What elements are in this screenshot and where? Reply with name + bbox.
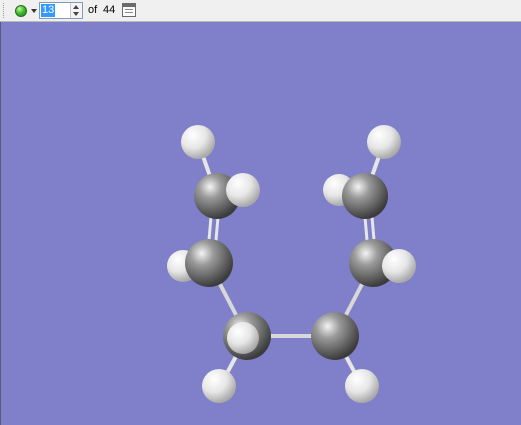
calendar-grid-icon[interactable] bbox=[122, 3, 136, 17]
hydrogen-atom bbox=[382, 249, 416, 283]
hydrogen-atom bbox=[345, 369, 379, 403]
animation-toolbar: 13 of 44 bbox=[0, 0, 521, 22]
total-frames: 44 bbox=[103, 4, 116, 16]
frame-number-stepper[interactable]: 13 bbox=[39, 2, 83, 19]
hydrogen-atom bbox=[202, 369, 236, 403]
toolbar-grip[interactable] bbox=[3, 3, 6, 18]
of-label: of bbox=[88, 4, 98, 16]
molecule-canvas[interactable] bbox=[1, 22, 521, 425]
molecule-viewport[interactable] bbox=[0, 22, 521, 425]
hydrogen-atom bbox=[226, 173, 260, 207]
hydrogen-atom bbox=[181, 125, 215, 159]
chevron-down-icon[interactable] bbox=[31, 9, 37, 13]
frame-number-input[interactable]: 13 bbox=[41, 4, 56, 17]
carbon-atom bbox=[185, 239, 233, 287]
stepper-up-icon[interactable] bbox=[73, 5, 79, 9]
stepper-arrows[interactable] bbox=[70, 3, 82, 18]
carbon-atom bbox=[342, 173, 388, 219]
green-ball-icon[interactable] bbox=[15, 5, 27, 17]
hydrogen-atom bbox=[367, 125, 401, 159]
hydrogen-atom bbox=[227, 322, 259, 354]
carbon-atom bbox=[311, 312, 359, 360]
atoms bbox=[167, 125, 416, 403]
stepper-down-icon[interactable] bbox=[73, 12, 79, 16]
